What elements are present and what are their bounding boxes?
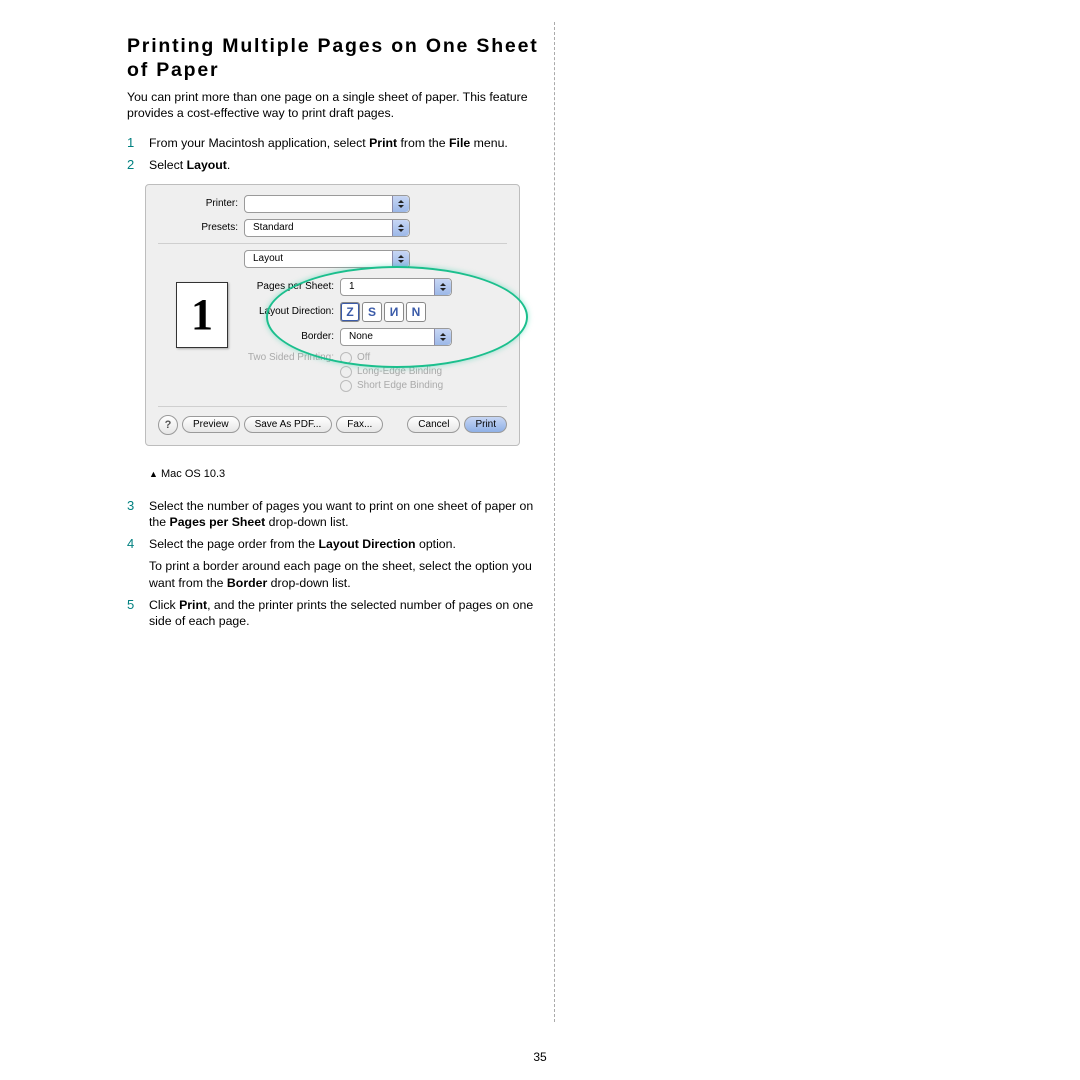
step-body: Click Print, and the printer prints the … xyxy=(149,597,543,630)
save-pdf-button[interactable]: Save As PDF... xyxy=(244,416,333,433)
select-caps-icon xyxy=(434,279,451,295)
column-divider xyxy=(554,22,555,1022)
border-label: Border: xyxy=(242,331,340,342)
select-caps-icon xyxy=(392,220,409,236)
pps-value: 1 xyxy=(349,281,355,292)
step-number: 3 xyxy=(127,498,149,531)
cancel-button[interactable]: Cancel xyxy=(407,416,460,433)
select-caps-icon xyxy=(434,329,451,345)
layout-direction-icon[interactable]: Z xyxy=(340,302,360,322)
printer-label: Printer: xyxy=(158,198,244,209)
step-number: 5 xyxy=(127,597,149,630)
help-button[interactable]: ? xyxy=(158,415,178,435)
step-item: 1From your Macintosh application, select… xyxy=(127,135,543,152)
presets-select[interactable]: Standard xyxy=(244,219,410,237)
step-item: 2Select Layout. xyxy=(127,157,543,174)
layout-direction-label: Layout Direction: xyxy=(242,306,340,317)
two-sided-label: Two Sided Printing: xyxy=(242,352,340,363)
print-dialog: Printer: Presets: Standard xyxy=(145,184,520,446)
print-button[interactable]: Print xyxy=(464,416,507,433)
step-number: 2 xyxy=(127,157,149,174)
page-preview-box: 1 xyxy=(176,282,228,348)
border-value: None xyxy=(349,331,373,342)
title-line2: of Paper xyxy=(127,59,219,81)
caption-marker: ▲ xyxy=(149,469,158,479)
step-item: 4Select the page order from the Layout D… xyxy=(127,536,543,592)
layout-direction-icon[interactable]: N xyxy=(406,302,426,322)
step-body: Select Layout. xyxy=(149,157,543,174)
page-number: 35 xyxy=(0,1050,1080,1064)
steps-top-list: 1From your Macintosh application, select… xyxy=(127,135,543,173)
step-body: Select the number of pages you want to p… xyxy=(149,498,543,531)
select-caps-icon xyxy=(392,196,409,212)
panel-value: Layout xyxy=(253,253,283,264)
step-number: 1 xyxy=(127,135,149,152)
select-caps-icon xyxy=(392,251,409,267)
panel-select[interactable]: Layout xyxy=(244,250,410,268)
dialog-separator xyxy=(158,243,507,244)
layout-direction-icon[interactable]: И xyxy=(384,302,404,322)
title-line1: Printing Multiple Pages on One Sheet xyxy=(127,35,539,57)
preview-button[interactable]: Preview xyxy=(182,416,240,433)
left-column: Printing Multiple Pages on One Sheet of … xyxy=(127,34,543,635)
step-item: 5Click Print, and the printer prints the… xyxy=(127,597,543,630)
dialog-screenshot: Printer: Presets: Standard xyxy=(145,184,543,446)
intro-paragraph: You can print more than one page on a si… xyxy=(127,89,543,122)
dialog-separator xyxy=(158,406,507,407)
step-number: 4 xyxy=(127,536,149,592)
steps-bottom-list: 3Select the number of pages you want to … xyxy=(127,498,543,630)
step-item: 3Select the number of pages you want to … xyxy=(127,498,543,531)
caption-text: Mac OS 10.3 xyxy=(161,468,225,480)
figure-caption: ▲ Mac OS 10.3 xyxy=(149,468,543,480)
pps-select[interactable]: 1 xyxy=(340,278,452,296)
two-sided-off: Off xyxy=(340,352,443,364)
step-body: From your Macintosh application, select … xyxy=(149,135,543,152)
border-select[interactable]: None xyxy=(340,328,452,346)
fax-button[interactable]: Fax... xyxy=(336,416,383,433)
two-sided-short: Short Edge Binding xyxy=(340,380,443,392)
step-body: Select the page order from the Layout Di… xyxy=(149,536,543,592)
two-sided-long: Long-Edge Binding xyxy=(340,366,443,378)
pps-label: Pages per Sheet: xyxy=(242,281,340,292)
layout-direction-icon[interactable]: S xyxy=(362,302,382,322)
presets-label: Presets: xyxy=(158,222,244,233)
presets-value: Standard xyxy=(253,222,294,233)
section-title: Printing Multiple Pages on One Sheet of … xyxy=(127,34,543,83)
printer-select[interactable] xyxy=(244,195,410,213)
layout-direction-buttons: ZSИN xyxy=(340,302,428,322)
